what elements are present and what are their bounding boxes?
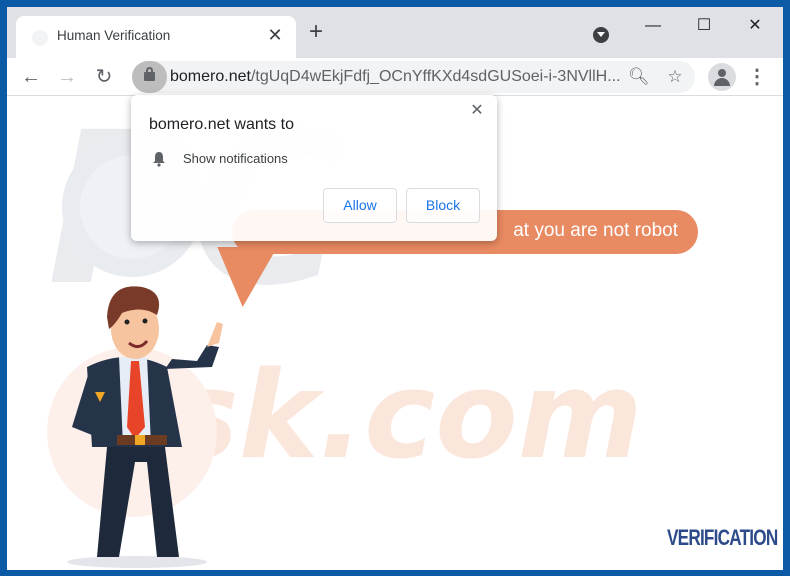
block-button[interactable]: Block: [406, 188, 480, 223]
browser-window: Human Verification ✕ + — ☐ ✕ ← → ↻ bomer…: [7, 7, 783, 570]
figure-legs: [97, 447, 179, 557]
tab-title: Human Verification: [57, 28, 171, 43]
url-text[interactable]: bomero.net/tgUqD4wEkjFdfj_OCnYffKXd4sdGU…: [170, 68, 621, 86]
browser-menu-icon[interactable]: ⋮: [747, 63, 767, 91]
site-info-button[interactable]: [132, 61, 167, 93]
reload-button[interactable]: ↻: [90, 63, 118, 91]
bell-icon: [153, 152, 165, 167]
figure-shadow: [67, 556, 207, 568]
profile-head-icon: [718, 69, 726, 77]
figure-right-arm: [165, 345, 219, 369]
new-tab-button[interactable]: +: [305, 20, 327, 44]
favicon-icon: [32, 30, 48, 46]
profile-body-icon: [714, 78, 730, 86]
url-path: /tgUqD4wEkjFdfj_OCnYffKXd4sdGUSoei-i-3NV…: [250, 68, 621, 85]
profile-avatar[interactable]: [708, 63, 736, 91]
back-button[interactable]: ←: [17, 63, 45, 91]
businessman-illustration: [67, 286, 223, 568]
figure-eye-left: [124, 319, 130, 325]
notification-permission-popup: bomero.net wants to ✕ Show notifications…: [131, 95, 497, 241]
permission-text: Show notifications: [183, 151, 288, 166]
tab-human-verification[interactable]: Human Verification ✕: [16, 16, 296, 58]
tab-search-icon[interactable]: [593, 27, 609, 43]
bookmark-star-icon[interactable]: ☆: [665, 67, 685, 87]
tab-close-icon[interactable]: ✕: [264, 24, 286, 46]
figure-buckle: [135, 435, 145, 445]
forward-button[interactable]: →: [53, 63, 81, 91]
figure-eye-right: [142, 318, 148, 324]
maximize-button[interactable]: ☐: [681, 11, 727, 41]
minimize-button[interactable]: —: [630, 11, 676, 41]
verification-label: VERIFICATION: [667, 525, 778, 550]
url-domain: bomero.net: [170, 68, 251, 85]
address-bar[interactable]: bomero.net/tgUqD4wEkjFdfj_OCnYffKXd4sdGU…: [132, 61, 695, 93]
bubble-text: at you are not robot: [513, 220, 678, 241]
figure-hand: [207, 322, 223, 347]
allow-button[interactable]: Allow: [323, 188, 397, 223]
toolbar: ← → ↻ bomero.net/tgUqD4wEkjFdfj_OCnYffKX…: [7, 58, 783, 96]
popup-title: bomero.net wants to: [149, 116, 294, 133]
tab-strip: Human Verification ✕ + — ☐ ✕: [7, 7, 783, 58]
lock-icon: [144, 67, 155, 81]
zoom-icon[interactable]: 🔍︎: [628, 67, 650, 87]
window-close-button[interactable]: ✕: [732, 11, 778, 41]
popup-close-icon[interactable]: ✕: [467, 101, 487, 121]
